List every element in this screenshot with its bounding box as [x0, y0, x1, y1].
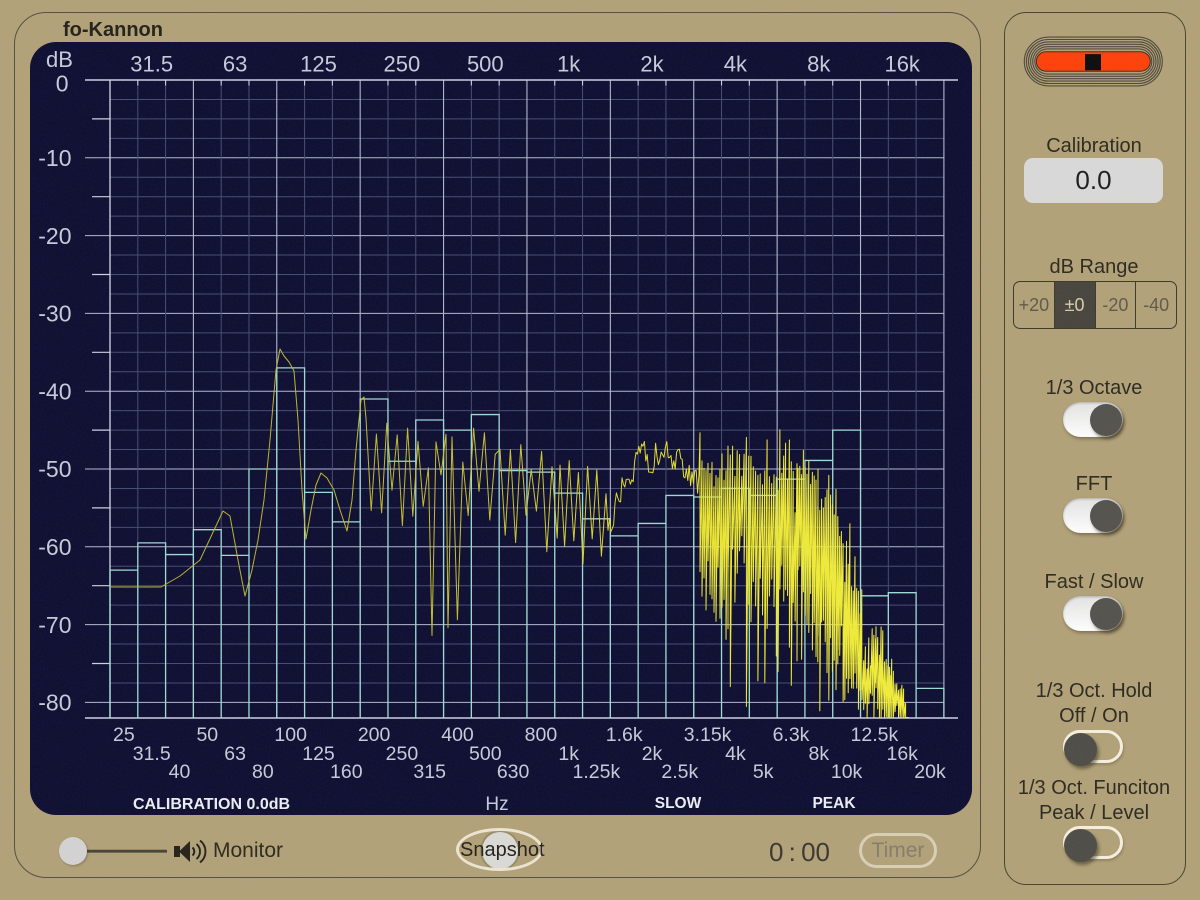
svg-text:4k: 4k [724, 52, 748, 77]
svg-text:5k: 5k [753, 761, 774, 783]
svg-text:-40: -40 [38, 378, 71, 404]
svg-text:63: 63 [224, 743, 246, 765]
svg-text:160: 160 [330, 761, 363, 783]
svg-text:1k: 1k [557, 52, 581, 77]
svg-text:dB: dB [46, 47, 73, 72]
svg-text:1.25k: 1.25k [573, 761, 621, 783]
svg-text:8k: 8k [807, 52, 831, 77]
svg-text:125: 125 [300, 52, 337, 77]
svg-text:2k: 2k [640, 52, 664, 77]
svg-text:20k: 20k [914, 761, 946, 783]
svg-text:2k: 2k [642, 743, 663, 765]
svg-text:-50: -50 [38, 456, 71, 482]
svg-text:6.3k: 6.3k [773, 724, 810, 746]
svg-text:50: 50 [196, 724, 218, 746]
svg-text:63: 63 [223, 52, 247, 77]
svg-text:-80: -80 [38, 690, 71, 716]
svg-text:2.5k: 2.5k [661, 761, 698, 783]
svg-text:Hz: Hz [485, 794, 508, 815]
svg-text:16k: 16k [884, 52, 920, 77]
svg-text:315: 315 [413, 761, 446, 783]
svg-text:31.5: 31.5 [130, 52, 173, 77]
svg-text:4k: 4k [725, 743, 746, 765]
svg-text:PEAK: PEAK [812, 795, 856, 812]
svg-text:-70: -70 [38, 612, 71, 638]
svg-text:500: 500 [467, 52, 504, 77]
svg-text:CALIBRATION 0.0dB: CALIBRATION 0.0dB [133, 796, 290, 813]
svg-text:10k: 10k [831, 761, 863, 783]
svg-text:-30: -30 [38, 301, 71, 327]
svg-text:-20: -20 [38, 223, 71, 249]
svg-text:80: 80 [252, 761, 274, 783]
svg-text:-60: -60 [38, 534, 71, 560]
svg-text:800: 800 [525, 724, 558, 746]
svg-text:0: 0 [56, 71, 69, 97]
svg-text:-10: -10 [38, 145, 71, 171]
svg-text:1.6k: 1.6k [606, 724, 643, 746]
svg-text:40: 40 [169, 761, 191, 783]
svg-text:31.5: 31.5 [133, 743, 171, 765]
svg-text:8k: 8k [808, 743, 829, 765]
svg-text:25: 25 [113, 724, 135, 746]
svg-text:SLOW: SLOW [655, 795, 702, 812]
svg-text:630: 630 [497, 761, 530, 783]
svg-text:250: 250 [384, 52, 421, 77]
